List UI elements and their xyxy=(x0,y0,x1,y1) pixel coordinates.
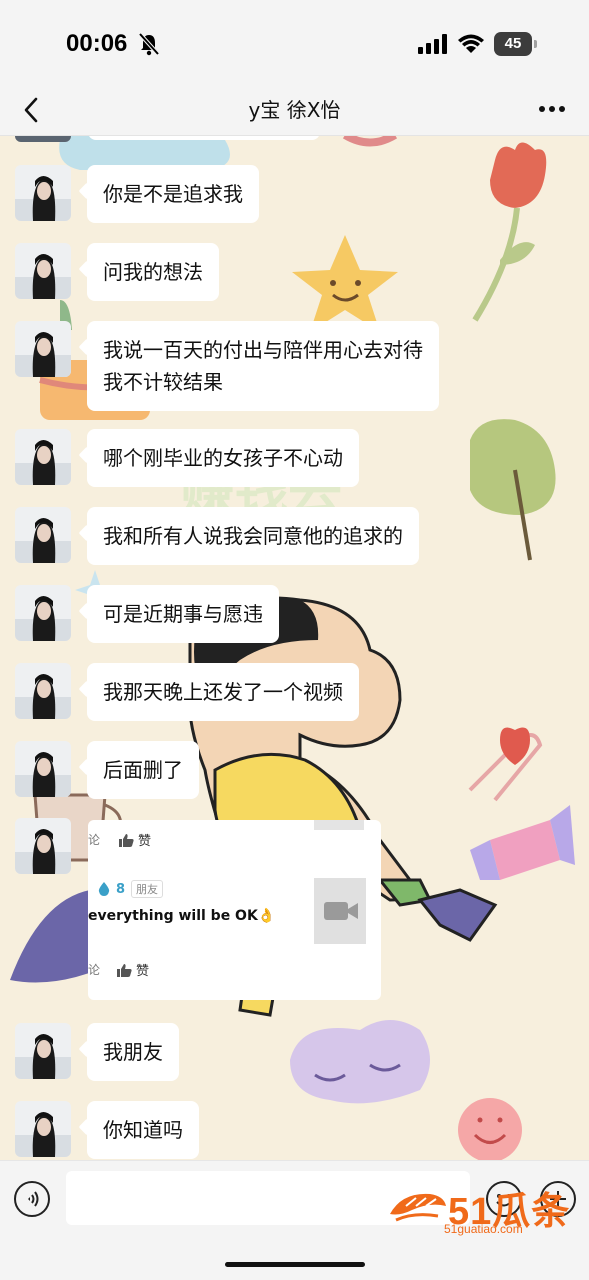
chevron-left-icon xyxy=(24,97,38,123)
battery-tip xyxy=(534,40,537,48)
chat-title: y宝 徐X怡 xyxy=(248,98,341,122)
voice-button[interactable] xyxy=(14,1181,50,1217)
user-level: 8 xyxy=(116,881,126,897)
message-bubble[interactable]: 问我的想法 xyxy=(87,243,219,301)
avatar[interactable] xyxy=(15,1023,71,1079)
card-thumbnail-top xyxy=(314,820,364,830)
message-bubble[interactable]: 你知道吗 xyxy=(87,1101,199,1159)
thumbs-up-icon xyxy=(119,833,134,847)
like-label: 赞 xyxy=(138,834,152,849)
signal-icon xyxy=(418,34,447,54)
message-bubble[interactable]: 哪个刚毕业的女孩子不心动 xyxy=(87,429,359,487)
video-camera-icon xyxy=(324,902,358,920)
message-line: 我说一百天的付出与陪伴用心去对待 xyxy=(103,338,423,362)
battery-indicator: 45 xyxy=(494,32,538,56)
message-bubble[interactable]: 后面删了 xyxy=(87,741,199,799)
back-button[interactable] xyxy=(14,92,48,128)
avatar[interactable] xyxy=(15,1101,71,1157)
avatar[interactable] xyxy=(15,585,71,641)
message-bubble[interactable]: 我那天晚上还发了一个视频 xyxy=(87,663,359,721)
water-drop-icon xyxy=(98,882,110,896)
avatar[interactable] xyxy=(15,741,71,797)
avatar[interactable] xyxy=(15,321,71,377)
bell-off-icon xyxy=(138,32,160,56)
video-thumbnail[interactable] xyxy=(314,878,366,944)
message-bubble[interactable]: 我和所有人说我会同意他的追求的 xyxy=(87,507,419,565)
comment-label-partial: 论 xyxy=(88,963,101,977)
message-bubble[interactable]: 你是不是追求我 xyxy=(87,165,259,223)
thumbs-up-icon xyxy=(117,963,132,977)
card-actions-bottom: 论 赞 xyxy=(88,960,149,979)
nav-bar: y宝 徐X怡 xyxy=(0,84,589,136)
voice-icon xyxy=(28,1191,39,1207)
card-actions-top: 论 赞 xyxy=(88,830,151,849)
watermark: 51瓜条 51guatiao.com xyxy=(386,1180,586,1240)
avatar[interactable] xyxy=(15,429,71,485)
like-button[interactable]: 赞 xyxy=(118,830,151,849)
message-bubble[interactable]: 我朋友 xyxy=(87,1023,179,1081)
avatar[interactable] xyxy=(15,818,71,874)
like-label: 赞 xyxy=(136,964,150,979)
message-bubble[interactable]: 我说一百天的付出与陪伴用心去对待 我不计较结果 xyxy=(87,321,439,411)
post-text: everything will be OK👌 xyxy=(88,908,276,924)
battery-level: 45 xyxy=(494,32,532,56)
friend-tag: 朋友 xyxy=(131,880,164,898)
more-button[interactable] xyxy=(532,94,572,124)
avatar[interactable] xyxy=(15,243,71,299)
like-button[interactable]: 赞 xyxy=(116,960,149,979)
watermark-logo-icon xyxy=(390,1193,446,1222)
message-line: 我不计较结果 xyxy=(103,370,223,394)
avatar[interactable] xyxy=(15,663,71,719)
chat-area: 你是不是追求我 问我的想法 我说一百天的付出与陪伴用心去对待 我不计较结果 哪个… xyxy=(0,0,589,1280)
comment-label-partial: 论 xyxy=(88,833,101,847)
status-bar: 00:06 45 xyxy=(0,0,589,84)
watermark-url: 51guatiao.com xyxy=(444,1222,523,1236)
avatar[interactable] xyxy=(15,507,71,563)
shared-post-card[interactable]: 论 赞 8 朋友 everything will be OK👌 论 赞 xyxy=(88,820,381,1000)
home-indicator xyxy=(225,1262,365,1267)
more-dots-icon xyxy=(539,106,565,112)
card-user-meta: 8 朋友 xyxy=(98,880,164,898)
message-bubble[interactable]: 可是近期事与愿违 xyxy=(87,585,279,643)
status-time: 00:06 xyxy=(66,30,128,57)
avatar[interactable] xyxy=(15,165,71,221)
wifi-icon xyxy=(458,34,484,53)
